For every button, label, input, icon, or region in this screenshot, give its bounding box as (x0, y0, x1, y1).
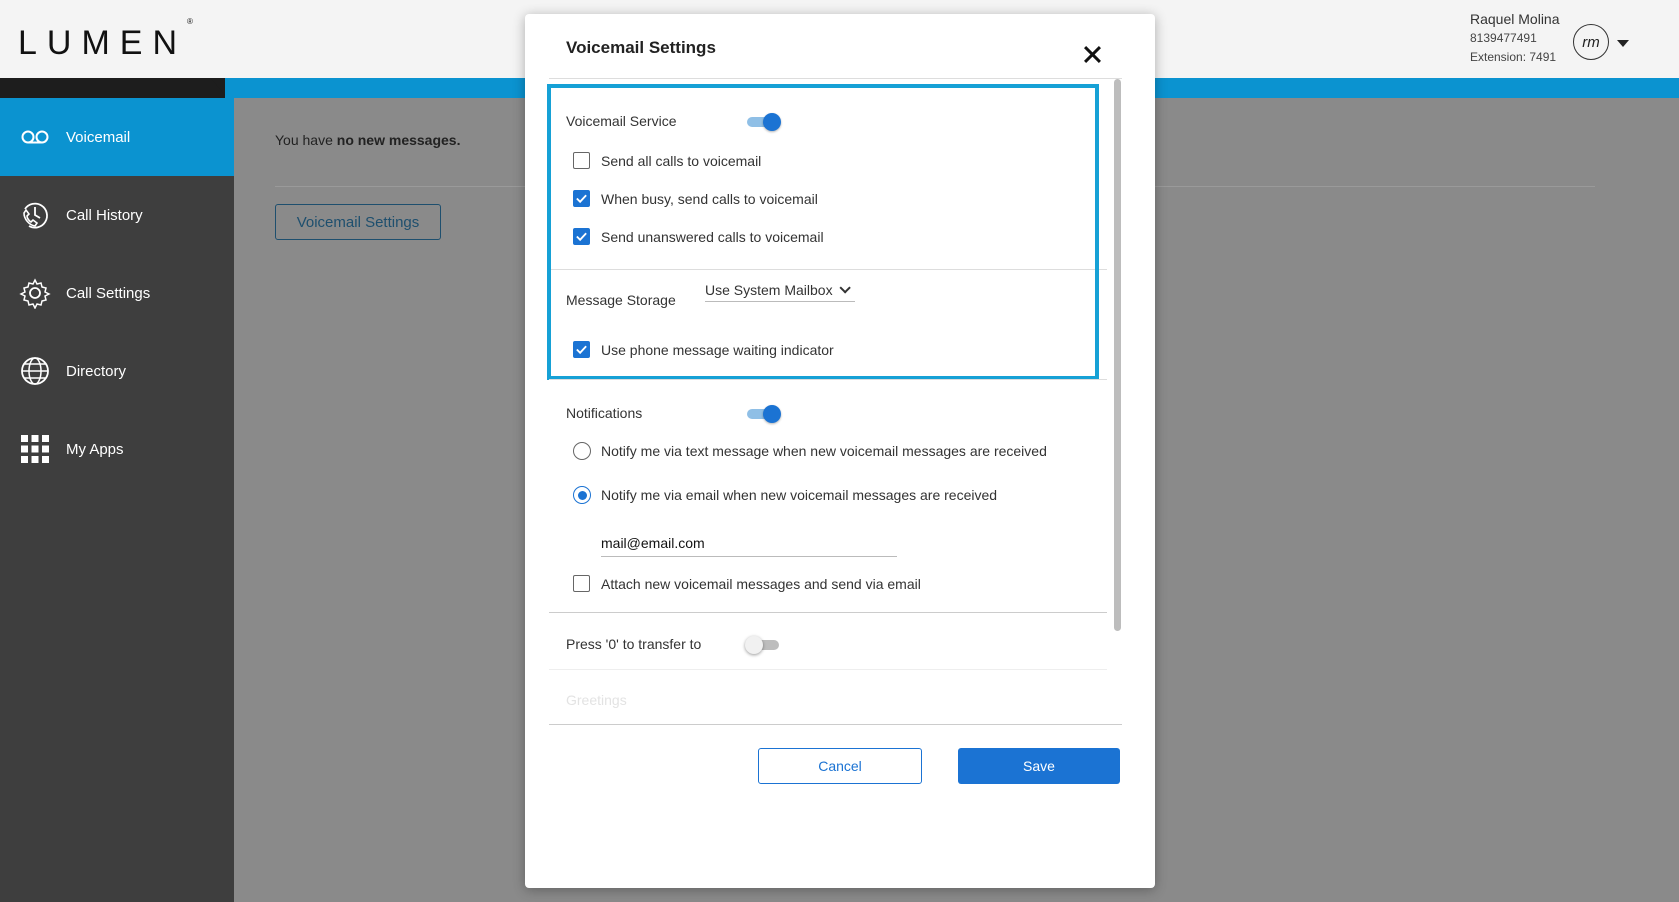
sidebar-item-voicemail[interactable]: Voicemail (0, 98, 234, 176)
send-all-calls-checkbox-row[interactable]: Send all calls to voicemail (573, 152, 761, 169)
avatar[interactable]: rm (1573, 24, 1609, 60)
radio-label: Notify me via text message when new voic… (601, 443, 1047, 459)
radio-button[interactable] (573, 442, 591, 460)
checkbox[interactable] (573, 190, 590, 207)
divider (549, 612, 1107, 613)
cancel-button[interactable]: Cancel (758, 748, 922, 784)
checkbox-label: Send unanswered calls to voicemail (601, 228, 824, 245)
sidebar-item-label: Call Settings (66, 284, 151, 302)
message-storage-label: Message Storage (566, 292, 676, 308)
greetings-label: Greetings (566, 692, 627, 708)
message-storage-select[interactable]: Use System Mailbox (705, 282, 855, 302)
sidebar-item-label: Call History (66, 206, 143, 224)
checkbox[interactable] (573, 152, 590, 169)
checkbox[interactable] (573, 575, 590, 592)
email-field[interactable]: mail@email.com (601, 535, 897, 557)
save-button[interactable]: Save (958, 748, 1120, 784)
divider (549, 669, 1107, 670)
voicemail-settings-dialog: Voicemail Settings Voicemail Service Sen… (525, 14, 1155, 888)
divider (549, 78, 1122, 79)
mwi-checkbox-row[interactable]: Use phone message waiting indicator (573, 341, 834, 358)
dialog-title: Voicemail Settings (566, 38, 716, 57)
user-extension: Extension: 7491 (1470, 50, 1557, 64)
user-menu-caret-icon[interactable] (1617, 40, 1629, 47)
call-history-icon (18, 198, 52, 232)
user-info: Raquel Molina 8139477491 Extension: 7491 (1470, 10, 1560, 67)
user-phone: 8139477491 (1470, 31, 1537, 45)
radio-button[interactable] (573, 486, 591, 504)
checkbox[interactable] (573, 228, 590, 245)
voicemail-service-label: Voicemail Service (566, 113, 677, 129)
divider (549, 724, 1122, 725)
chevron-down-icon (839, 282, 851, 294)
checkbox-label: When busy, send calls to voicemail (601, 190, 818, 207)
close-icon[interactable] (1080, 42, 1106, 68)
sidebar: Voicemail Call History Call Settings Dir… (0, 98, 234, 902)
notifications-label: Notifications (566, 405, 643, 421)
unanswered-checkbox-row[interactable]: Send unanswered calls to voicemail (573, 228, 824, 245)
checkbox[interactable] (573, 341, 590, 358)
select-value: Use System Mailbox (705, 282, 833, 298)
voicemail-settings-button[interactable]: Voicemail Settings (275, 204, 441, 240)
voicemail-service-toggle[interactable] (747, 112, 781, 132)
check-icon (576, 345, 587, 355)
sidebar-item-label: Voicemail (66, 128, 131, 146)
globe-icon (18, 354, 52, 388)
checkbox-label: Send all calls to voicemail (601, 152, 762, 169)
sidebar-item-call-settings[interactable]: Call Settings (0, 254, 234, 332)
sidebar-item-call-history[interactable]: Call History (0, 176, 234, 254)
sidebar-item-label: My Apps (66, 440, 124, 458)
apps-grid-icon (18, 432, 52, 466)
transfer-toggle[interactable] (745, 635, 781, 655)
sidebar-item-label: Directory (66, 362, 127, 380)
lumen-logo: LUMEN® (18, 16, 193, 62)
notifications-toggle[interactable] (747, 404, 781, 424)
checkbox-label: Use phone message waiting indicator (601, 341, 834, 358)
user-name: Raquel Molina (1470, 11, 1560, 27)
scrollbar-thumb[interactable] (1114, 79, 1121, 631)
transfer-label: Press '0' to transfer to (566, 636, 702, 652)
notify-email-radio-row[interactable]: Notify me via email when new voicemail m… (573, 486, 997, 504)
attach-checkbox-row[interactable]: Attach new voicemail messages and send v… (573, 575, 921, 592)
voicemail-icon (18, 120, 52, 154)
header-stripe-dark (0, 78, 225, 98)
radio-label: Notify me via email when new voicemail m… (601, 487, 998, 503)
sidebar-item-directory[interactable]: Directory (0, 332, 234, 410)
checkbox-label: Attach new voicemail messages and send v… (601, 575, 921, 592)
message-status: You have no new messages. (275, 132, 461, 148)
check-icon (576, 194, 587, 204)
sidebar-item-my-apps[interactable]: My Apps (0, 410, 234, 488)
when-busy-checkbox-row[interactable]: When busy, send calls to voicemail (573, 190, 818, 207)
gear-icon (18, 276, 52, 310)
notify-text-radio-row[interactable]: Notify me via text message when new voic… (573, 442, 1047, 460)
divider (549, 269, 1107, 270)
check-icon (576, 232, 587, 242)
divider (549, 379, 1107, 380)
